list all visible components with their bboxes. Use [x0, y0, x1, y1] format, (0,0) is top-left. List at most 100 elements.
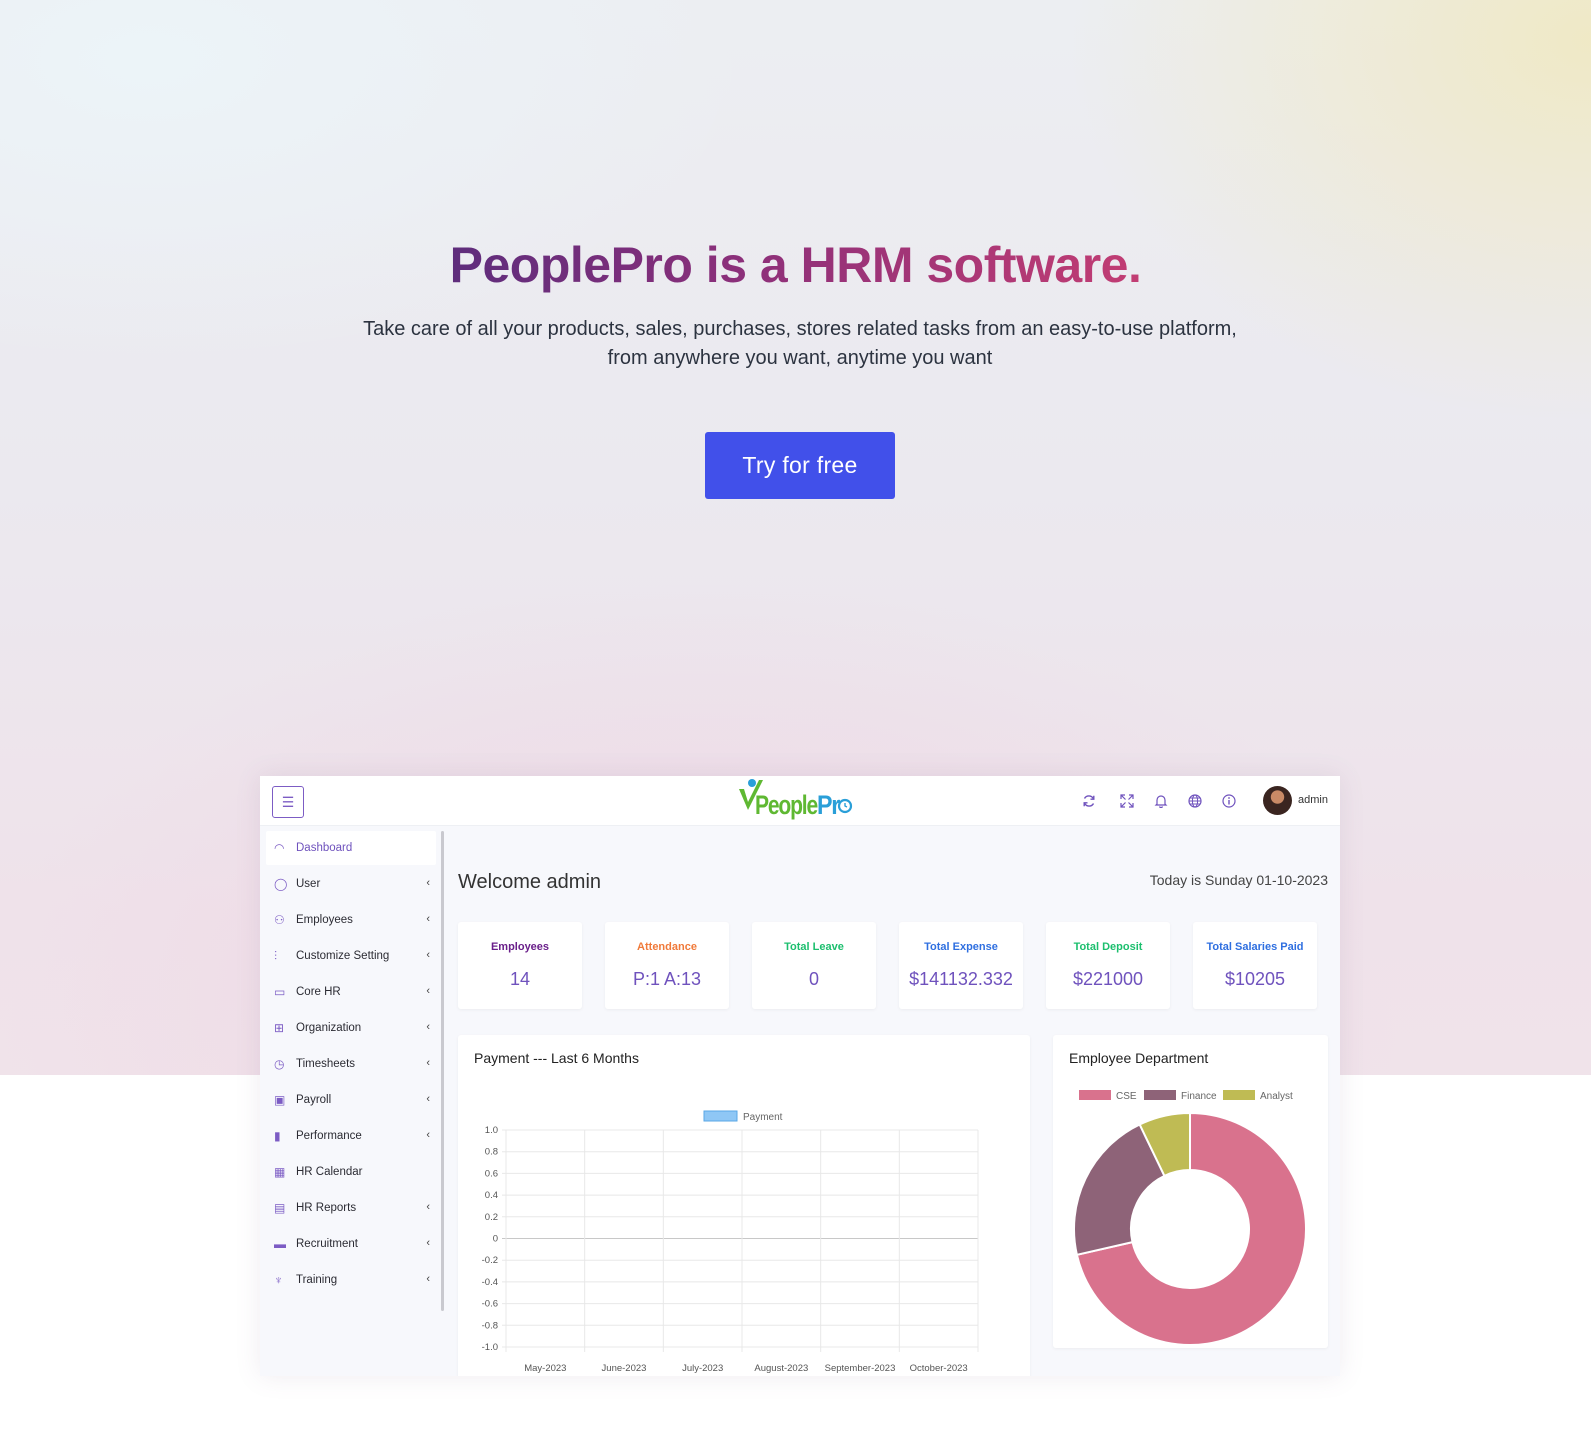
legend-label-payment: Payment: [743, 1112, 783, 1123]
trophy-icon: ♆: [274, 1273, 283, 1287]
sidebar-item-label: Core HR: [296, 986, 341, 998]
dashboard-icon: ◠: [274, 841, 285, 855]
stat-label: Total Salaries Paid: [1206, 941, 1304, 953]
stat-value: P:1 A:13: [632, 969, 702, 989]
try-for-free-button[interactable]: Try for free: [705, 432, 895, 499]
sidebar-item-user[interactable]: ◯ User ‹: [266, 867, 436, 901]
stat-label: Total Expense: [924, 941, 998, 953]
chevron-left-icon: ‹: [426, 1273, 430, 1285]
chevron-left-icon: ‹: [426, 985, 430, 997]
y-tick-label: -0.4: [482, 1277, 498, 1288]
sidebar-item-timesheets[interactable]: ◷ Timesheets ‹: [266, 1047, 436, 1081]
sidebar-item-label: Organization: [296, 1022, 362, 1034]
grid-icon: ⊞: [274, 1021, 285, 1035]
x-tick-label: May-2023: [524, 1363, 566, 1374]
dashboard-preview: ☰ People Pr admin ◠ Dashboard ◯ User ‹ ⚇ Emplo…: [260, 776, 1340, 1376]
svg-text:Pr: Pr: [817, 790, 841, 820]
info-icon[interactable]: [1219, 791, 1239, 811]
sidebar-item-label: Customize Setting: [296, 950, 390, 962]
stat-value: 14: [509, 969, 531, 989]
legend-swatch-cse: [1079, 1090, 1111, 1100]
peoplepro-logo: People Pr: [739, 779, 853, 820]
legend-label-analyst: Analyst: [1260, 1091, 1293, 1102]
stat-card-total-expense: Total Expense $141132.332: [899, 922, 1023, 1009]
app-topbar: ☰ People Pr admin: [260, 776, 1340, 826]
sidebar-item-label: Employees: [296, 914, 353, 926]
legend-swatch-analyst: [1223, 1090, 1255, 1100]
y-tick-label: 0: [493, 1234, 498, 1245]
sidebar-item-label: HR Reports: [296, 1202, 357, 1214]
stat-label: Attendance: [637, 941, 697, 953]
stat-card-employees: Employees 14: [458, 922, 582, 1009]
sidebar-item-customize-setting[interactable]: ⫶ Customize Setting ‹: [266, 939, 436, 973]
x-tick-label: July-2023: [682, 1363, 723, 1374]
sidebar-item-label: User: [296, 878, 321, 890]
menu-toggle-button[interactable]: ☰: [272, 786, 304, 818]
sidebar-item-label: Timesheets: [296, 1058, 356, 1070]
globe-icon[interactable]: [1185, 791, 1205, 811]
briefcase-icon: ▭: [274, 985, 286, 999]
sidebar-item-dashboard[interactable]: ◠ Dashboard: [266, 831, 436, 865]
fullscreen-icon[interactable]: [1117, 791, 1137, 811]
sidebar: ◠ Dashboard ◯ User ‹ ⚇ Employees ‹ ⫶ Customize Se…: [260, 826, 443, 1376]
sidebar-item-hr-reports[interactable]: ▤ HR Reports ‹: [266, 1191, 436, 1225]
payment-chart-card: Payment --- Last 6 Months Payment 1.0 0.8 0…: [458, 1035, 1030, 1376]
x-tick-label: October-2023: [910, 1363, 968, 1374]
chevron-left-icon: ‹: [426, 913, 430, 925]
x-tick-label: June-2023: [602, 1363, 647, 1374]
avatar[interactable]: [1263, 786, 1292, 815]
chevron-left-icon: ‹: [426, 1021, 430, 1033]
y-tick-label: -0.6: [482, 1299, 498, 1310]
sidebar-item-label: Payroll: [296, 1094, 332, 1106]
department-chart-card: Employee Department CSE Finance Analyst: [1053, 1035, 1328, 1348]
sidebar-item-performance[interactable]: ▮ Performance ‹: [266, 1119, 436, 1153]
y-tick-label: -0.2: [482, 1255, 498, 1266]
sidebar-item-hr-calendar[interactable]: ▦ HR Calendar: [266, 1155, 436, 1189]
stat-card-attendance: Attendance P:1 A:13: [605, 922, 729, 1009]
stat-value: $141132.332: [909, 969, 1013, 989]
sidebar-item-label: Training: [296, 1274, 338, 1286]
y-tick-label: 1.0: [485, 1125, 498, 1136]
x-tick-label: September-2023: [825, 1363, 896, 1374]
clock-icon: ◷: [274, 1057, 285, 1071]
sidebar-item-training[interactable]: ♆ Training ‹: [266, 1263, 436, 1297]
report-icon: ▤: [274, 1201, 286, 1215]
chevron-left-icon: ‹: [426, 1201, 430, 1213]
legend-label-cse: CSE: [1116, 1091, 1137, 1102]
stat-label: Total Leave: [784, 941, 844, 953]
y-tick-label: -0.8: [482, 1320, 498, 1331]
y-tick-label: 0.4: [485, 1190, 498, 1201]
chevron-left-icon: ‹: [426, 1093, 430, 1105]
legend-swatch-finance: [1144, 1090, 1176, 1100]
stat-card-total-leave: Total Leave 0: [752, 922, 876, 1009]
bell-icon[interactable]: [1151, 791, 1171, 811]
calendar-icon: ▦: [274, 1165, 286, 1179]
hero-headline: PeoplePro is a HRM software.: [449, 237, 1142, 293]
sidebar-item-payroll[interactable]: ▣ Payroll ‹: [266, 1083, 436, 1117]
chevron-left-icon: ‹: [426, 1237, 430, 1249]
stat-label: Total Deposit: [1073, 941, 1143, 953]
sidebar-item-label: HR Calendar: [296, 1166, 363, 1178]
user-icon: ◯: [274, 877, 288, 891]
stat-card-total-salaries-paid: Total Salaries Paid $10205: [1193, 922, 1317, 1009]
stat-label: Employees: [490, 941, 550, 953]
y-tick-label: 0.8: [485, 1147, 498, 1158]
sidebar-scrollbar[interactable]: [441, 831, 444, 1311]
sidebar-item-organization[interactable]: ⊞ Organization ‹: [266, 1011, 436, 1045]
sidebar-item-label: Performance: [296, 1130, 362, 1142]
sidebar-item-core-hr[interactable]: ▭ Core HR ‹: [266, 975, 436, 1009]
employees-icon: ⚇: [274, 913, 285, 927]
svg-text:People: People: [755, 790, 818, 820]
user-name[interactable]: admin: [1298, 794, 1328, 806]
stat-card-total-deposit: Total Deposit $221000: [1046, 922, 1170, 1009]
refresh-icon[interactable]: [1079, 791, 1099, 811]
x-tick-label: August-2023: [754, 1363, 808, 1374]
wallet-icon: ▣: [274, 1093, 286, 1107]
payment-line-chart: Payment 1.0 0.8 0.6 0.4 0.2 0 -0.2 -0.4 -0.6 -0.8 -…: [482, 1110, 979, 1374]
y-tick-label: 0.2: [485, 1212, 498, 1223]
today-date: Today is Sunday 01-10-2023: [1149, 872, 1328, 888]
sidebar-item-employees[interactable]: ⚇ Employees ‹: [266, 903, 436, 937]
chevron-left-icon: ‹: [426, 1129, 430, 1141]
sidebar-item-recruitment[interactable]: ▬ Recruitment ‹: [266, 1227, 436, 1261]
sliders-icon: ⫶: [274, 948, 278, 963]
